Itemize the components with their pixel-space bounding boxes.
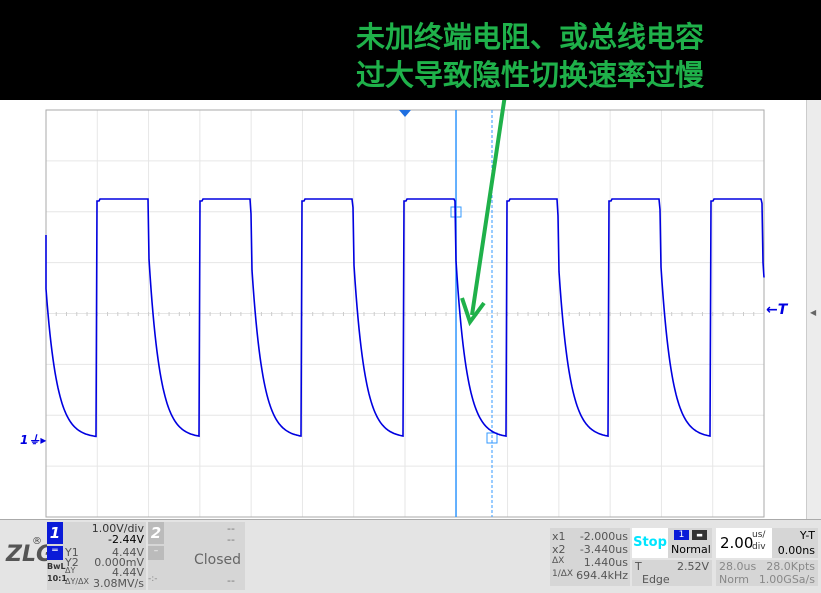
trigger-level-marker[interactable]: ←T <box>766 302 787 318</box>
acquisition-info: 28.0us 28.0Kpts Norm 1.00GSa/s <box>716 560 818 586</box>
ch2-badge[interactable]: 2 <box>148 524 164 542</box>
annotation-line1: 未加终端电阻、或总线电容 <box>355 20 704 54</box>
ch1-panel[interactable]: 1 ═ BwL 10:1 1.00V/div -2.44V Y1 Y2 ΔY Δ… <box>47 522 146 590</box>
timebase-control[interactable]: 2.00 us/ div <box>716 528 772 558</box>
ch2-status: Closed <box>193 552 241 568</box>
ch1-ground-marker[interactable]: 1⏚▸ <box>20 431 46 448</box>
trigger-position-icon <box>399 110 411 117</box>
ch1-offset: -2.44V <box>108 533 144 546</box>
trigger-mode[interactable]: 1 ▬ Normal <box>668 528 712 558</box>
cursor-readout: x1 -2.000us x2 -3.440us ΔX 1.440us 1/ΔX 694.… <box>550 528 630 586</box>
annotation-banner: 未加终端电阻、或总线电容 过大导致隐性切换速率过慢 <box>0 0 821 100</box>
edge-icon: ▬ <box>692 530 707 540</box>
display-mode[interactable]: Y-T 0.00ns <box>772 528 818 558</box>
annotation-line2: 过大导致隐性切换速率过慢 <box>355 58 704 92</box>
annotation-arrow <box>470 94 507 316</box>
trigger-panel[interactable]: T 2.52V Edge <box>632 560 712 586</box>
run-stop-button[interactable]: Stop <box>632 528 668 558</box>
collapse-arrow-icon: ◀ <box>810 308 817 317</box>
side-panel-toggle[interactable]: ◀ <box>806 100 821 519</box>
status-panel: ZLG ® 1 ═ BwL 10:1 1.00V/div -2.44V Y1 Y… <box>0 519 821 593</box>
ch2-panel[interactable]: 2 – -- -- Closed -- -:- <box>148 522 245 590</box>
dc-coupling-icon: ═ <box>47 546 63 560</box>
ch1-badge[interactable]: 1 <box>47 524 63 542</box>
